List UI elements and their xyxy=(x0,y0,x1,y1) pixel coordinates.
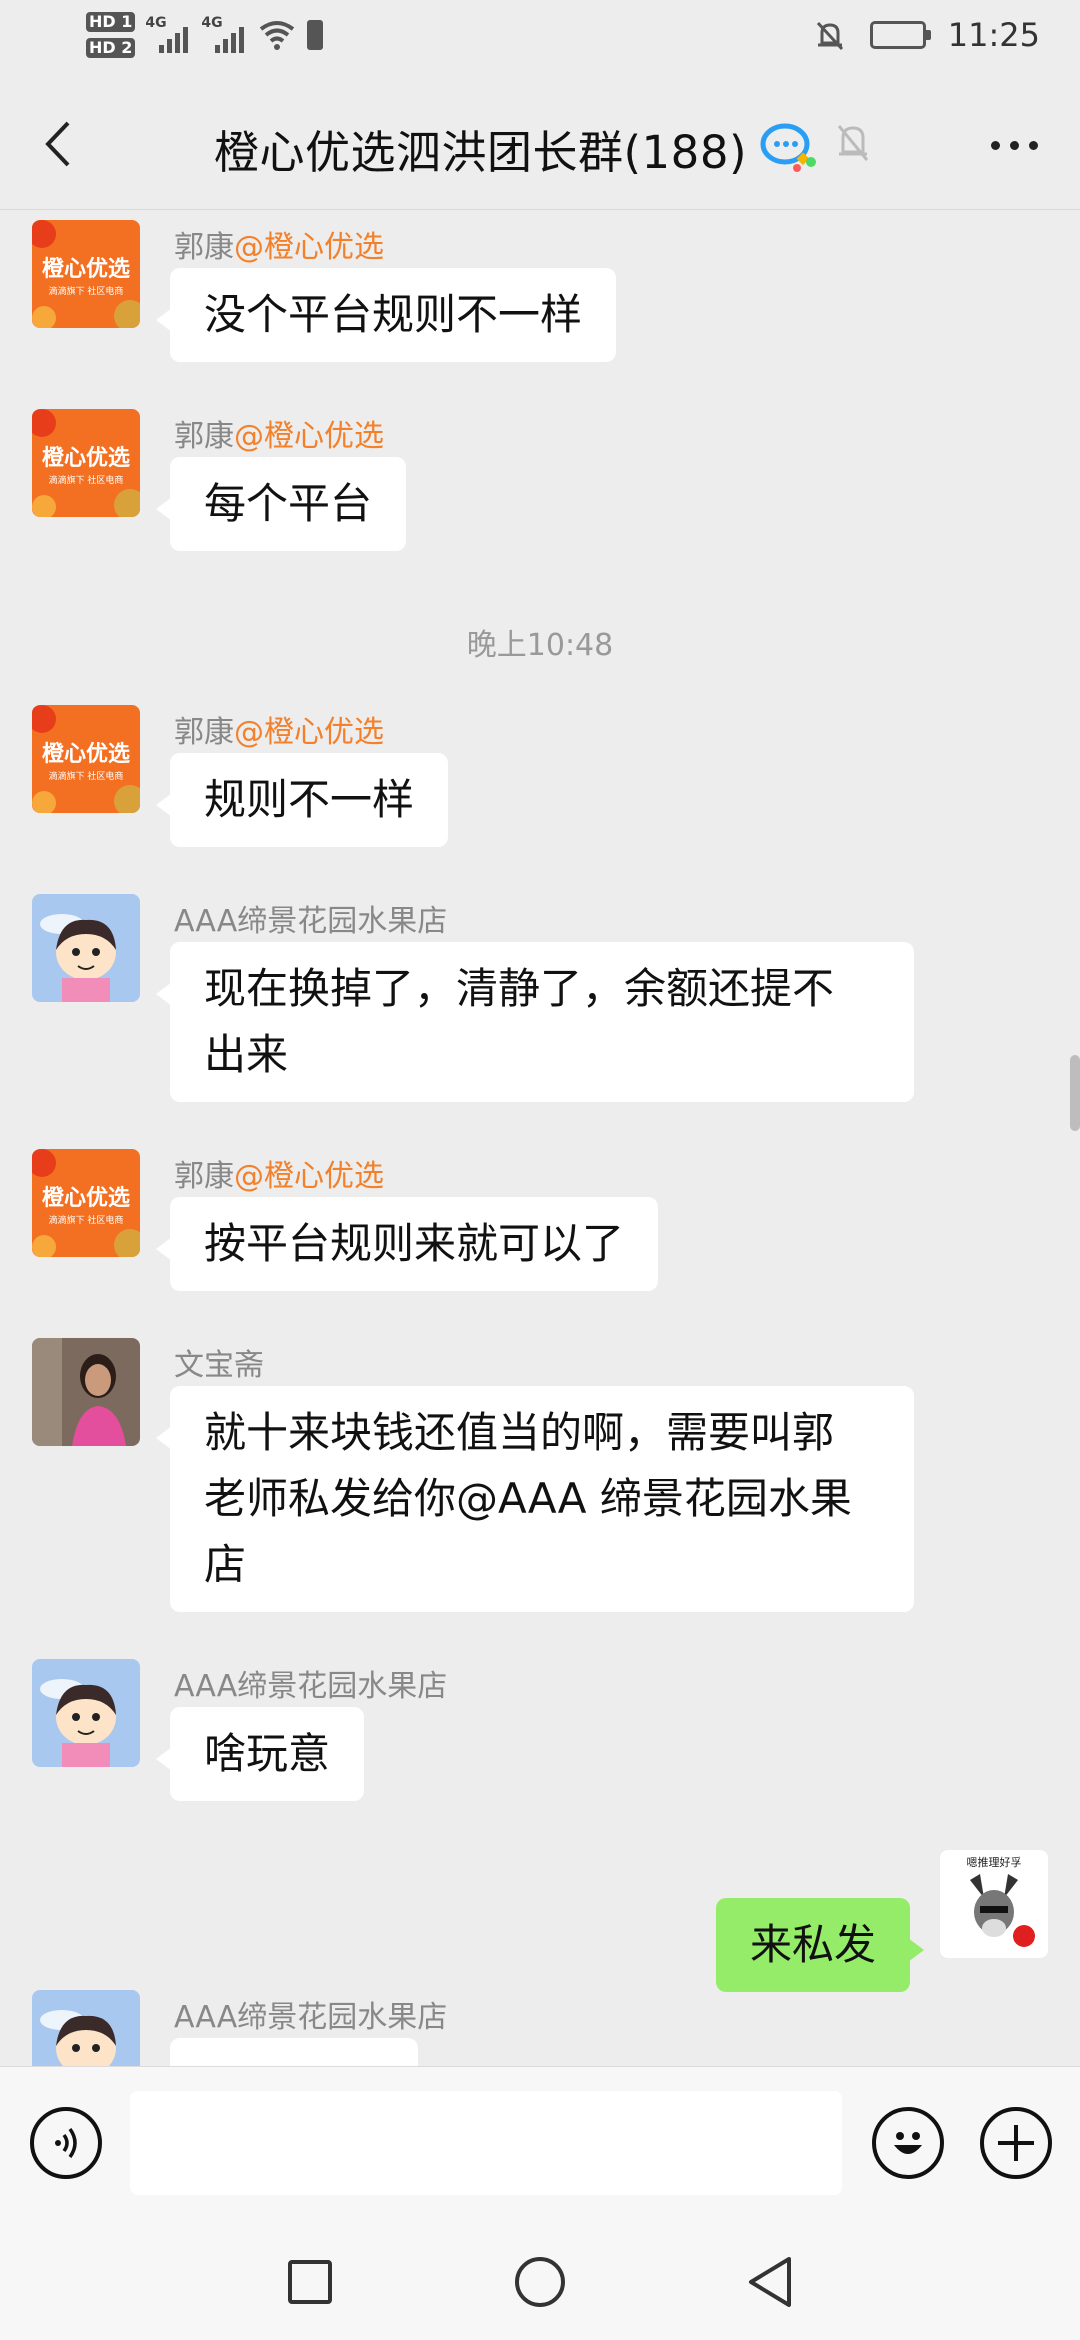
input-bar xyxy=(0,2066,1080,2226)
chevron-left-icon xyxy=(45,121,70,167)
avatar[interactable] xyxy=(32,1990,140,2066)
avatar[interactable]: 橙心优选 滴滴旗下 社区电商 xyxy=(32,409,140,517)
status-icons-left: HD 1 HD 2 4G 4G xyxy=(86,12,324,58)
hd1-badge: HD 1 xyxy=(86,12,136,32)
svg-text:滴滴旗下 社区电商: 滴滴旗下 社区电商 xyxy=(49,474,124,486)
sender-name: 郭康@橙心优选 xyxy=(174,230,384,265)
avatar[interactable]: 橙心优选 滴滴旗下 社区电商 xyxy=(32,220,140,328)
scrollbar-thumb[interactable] xyxy=(1070,1055,1080,1131)
svg-text:橙心优选: 橙心优选 xyxy=(42,741,130,767)
emoji-icon xyxy=(894,2132,922,2154)
avatar[interactable]: 橙心优选 滴滴旗下 社区电商 xyxy=(32,1149,140,1257)
triangle-back-icon xyxy=(749,2257,791,2307)
sender-name: 郭康@橙心优选 xyxy=(174,419,384,454)
message-bubble-own[interactable]: 来私发 xyxy=(715,1898,925,1992)
message-bubble[interactable]: 没个平台规则不一样 xyxy=(155,268,617,362)
message-item: AAA缔景花园水果店 xyxy=(0,1990,1080,2066)
message-bubble[interactable]: 现在换掉了，清静了，余额还提不 出来 xyxy=(156,942,914,1102)
avatar[interactable] xyxy=(32,1338,140,1446)
sender-name: AAA缔景花园水果店 xyxy=(174,2000,448,2035)
back-button[interactable] xyxy=(28,114,88,174)
more-functions-button[interactable] xyxy=(980,2107,1052,2179)
sender-name: AAA缔景花园水果店 xyxy=(174,1669,448,1704)
message-bubble[interactable]: 就十来块钱还值当的啊，需要叫郭 老师私发给你@AAA 缔景花园水果 店 xyxy=(156,1386,914,1612)
status-bar: HD 1 HD 2 4G 4G 11:25 xyxy=(0,0,1080,84)
square-icon xyxy=(288,2260,332,2304)
sender-name: 郭康@橙心优选 xyxy=(174,715,384,750)
back-nav-button[interactable] xyxy=(740,2252,800,2312)
emoji-button[interactable] xyxy=(872,2107,944,2179)
more-button[interactable] xyxy=(978,120,1050,170)
recent-apps-button[interactable] xyxy=(280,2252,340,2312)
message-bubble[interactable]: 每个平台 xyxy=(155,457,407,551)
chat-header: 橙心优选泗洪团长群(188) xyxy=(0,84,1080,210)
svg-text:滴滴旗下 社区电商: 滴滴旗下 社区电商 xyxy=(49,1214,124,1226)
avatar[interactable]: 橙心优选 滴滴旗下 社区电商 xyxy=(32,705,140,813)
home-button[interactable] xyxy=(510,2252,570,2312)
bell-off-icon xyxy=(837,125,869,161)
message-bubble[interactable]: 按平台规则来就可以了 xyxy=(155,1197,659,1291)
avatar[interactable] xyxy=(32,894,140,1002)
hd2-badge: HD 2 xyxy=(86,38,136,58)
bell-off-status-icon xyxy=(816,21,843,51)
message-bubble[interactable] xyxy=(170,2038,418,2066)
clock: 11:25 xyxy=(947,16,1040,54)
voice-icon xyxy=(55,2127,77,2159)
svg-text:橙心优选: 橙心优选 xyxy=(42,256,130,282)
svg-text:滴滴旗下 社区电商: 滴滴旗下 社区电商 xyxy=(49,770,124,782)
message-input[interactable] xyxy=(130,2091,842,2195)
sim-battery-icon xyxy=(307,20,324,50)
signal-2-icon: 4G xyxy=(201,15,247,55)
sender-name: 文宝斋 xyxy=(174,1348,264,1383)
plus-icon xyxy=(998,2125,1034,2161)
message-bubble[interactable]: 啥玩意 xyxy=(155,1707,365,1801)
chat-bubbles-icon[interactable] xyxy=(759,120,819,174)
chat-title[interactable]: 橙心优选泗洪团长群(188) xyxy=(214,116,747,181)
avatar-self[interactable]: 嗯推理好孚 xyxy=(940,1850,1048,1958)
sender-name: AAA缔景花园水果店 xyxy=(174,904,448,939)
system-nav-bar xyxy=(0,2226,1080,2340)
sender-name: 郭康@橙心优选 xyxy=(174,1159,384,1194)
avatar[interactable] xyxy=(32,1659,140,1767)
circle-icon xyxy=(515,2257,565,2307)
voice-button[interactable] xyxy=(30,2107,102,2179)
status-icons-right: 11:25 xyxy=(812,16,1040,54)
signal-1-icon: 4G xyxy=(145,15,191,55)
time-divider: 晚上10:48 xyxy=(466,628,614,663)
svg-text:橙心优选: 橙心优选 xyxy=(42,445,130,471)
wifi-icon xyxy=(260,21,295,50)
message-bubble[interactable]: 规则不一样 xyxy=(155,753,449,847)
battery-icon xyxy=(869,21,931,49)
svg-text:滴滴旗下 社区电商: 滴滴旗下 社区电商 xyxy=(49,285,124,297)
svg-text:嗯推理好孚: 嗯推理好孚 xyxy=(967,1855,1022,1869)
svg-text:橙心优选: 橙心优选 xyxy=(42,1185,130,1211)
